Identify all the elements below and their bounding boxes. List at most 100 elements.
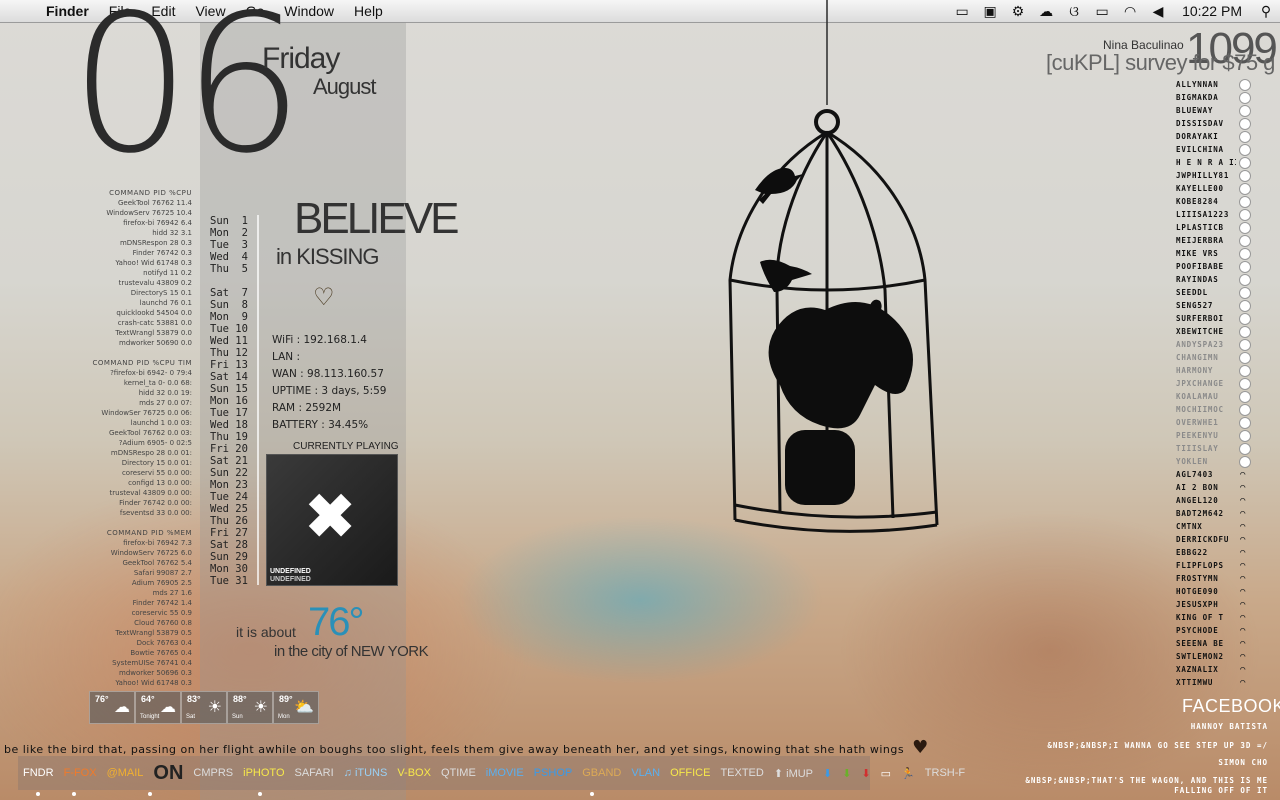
buddy-item[interactable]: XBEWITCHE <box>1176 325 1280 338</box>
buddy-item[interactable]: KOALAMAU <box>1176 390 1280 403</box>
buddy-item[interactable]: MIKE VRS <box>1176 247 1280 260</box>
buddy-item[interactable]: JWPHILLY81 <box>1176 169 1280 182</box>
buddy-item[interactable]: DERRICKDFU ◠ <box>1176 533 1280 546</box>
weather-prefix: it is about <box>236 624 296 640</box>
dock-item-iphoto[interactable]: iPHOTO <box>238 767 289 779</box>
buddy-item[interactable]: KING OF T ◠ <box>1176 611 1280 624</box>
buddy-name: YOKLEN <box>1176 457 1208 466</box>
dock-item-pshop[interactable]: PSHOP <box>529 767 578 779</box>
buddy-item[interactable]: TIIISLAY <box>1176 442 1280 455</box>
dock-item-on[interactable]: ON <box>148 762 188 785</box>
buddy-item[interactable]: FROSTYMN ◠ <box>1176 572 1280 585</box>
process-row: firefox-bi 76942 6.4 <box>123 219 192 227</box>
buddy-item[interactable]: KAYELLE00 <box>1176 182 1280 195</box>
buddy-item[interactable]: OVERWHE1 <box>1176 416 1280 429</box>
dock-item-arrow-down-red-icon[interactable]: ⬇ <box>856 767 875 780</box>
forecast-day: 83° ☀ Sat <box>181 691 227 724</box>
wifi-icon[interactable]: ◠ <box>1116 3 1144 20</box>
dock-item-cmprs[interactable]: CMPRS <box>188 767 238 779</box>
buddy-item[interactable]: EVILCHINA <box>1176 143 1280 156</box>
buddy-item[interactable]: SENG527 <box>1176 299 1280 312</box>
buddy-name: HARMONY <box>1176 366 1214 375</box>
dock-item-f-fox[interactable]: F-FOX <box>59 767 102 779</box>
arrow-down-green-icon: ⬇ <box>842 767 852 780</box>
online-status-icon <box>1239 234 1251 247</box>
dock-item-qtime[interactable]: QTIME <box>436 767 481 779</box>
cloud-icon[interactable]: ☁ <box>1032 3 1060 20</box>
away-status-icon <box>1239 416 1251 429</box>
buddy-item[interactable]: ANGEL120 ◠ <box>1176 494 1280 507</box>
buddy-item[interactable]: HARMONY <box>1176 364 1280 377</box>
volume-icon[interactable]: ◀ <box>1144 3 1172 20</box>
forecast-label: Mon <box>278 714 290 720</box>
buddy-item[interactable]: SWTLEMON2 ◠ <box>1176 650 1280 663</box>
dock-item-safari[interactable]: SAFARI <box>290 767 339 779</box>
buddy-item[interactable]: YOKLEN <box>1176 455 1280 468</box>
lan-info: LAN : <box>272 351 301 363</box>
buddy-item[interactable]: AI 2 BON ◠ <box>1176 481 1280 494</box>
dock-item-screen-icon[interactable]: ▭ <box>876 767 896 780</box>
buddy-item[interactable]: JPXCHANGE <box>1176 377 1280 390</box>
dock-item-v-box[interactable]: V-BOX <box>392 767 436 779</box>
buddy-item[interactable]: DORAYAKI <box>1176 130 1280 143</box>
dock-item-imup[interactable]: ⬆ iMUP <box>769 767 818 780</box>
dock-item-arrow-down-blue-icon[interactable]: ⬇ <box>818 767 837 780</box>
calendar-day: Thu 12 <box>210 347 248 359</box>
buddy-item[interactable]: MEIJERBRA <box>1176 234 1280 247</box>
calendar-day: Sun 15 <box>210 383 248 395</box>
buddy-item[interactable]: CMTNX ◠ <box>1176 520 1280 533</box>
dock-item--mail[interactable]: @MAIL <box>102 767 149 779</box>
buddy-item[interactable]: EBBG22 ◠ <box>1176 546 1280 559</box>
buddy-item[interactable]: BADT2M642 ◠ <box>1176 507 1280 520</box>
buddy-item[interactable]: LPLASTICB <box>1176 221 1280 234</box>
buddy-item[interactable]: ALLYNNAN <box>1176 78 1280 91</box>
buddy-item[interactable]: HOTGE090 ◠ <box>1176 585 1280 598</box>
menu-help[interactable]: Help <box>344 3 393 19</box>
buddy-item[interactable]: JESUSXPH ◠ <box>1176 598 1280 611</box>
buddy-item[interactable]: ANDYSPA23 <box>1176 338 1280 351</box>
dock-item-arrow-down-green-icon[interactable]: ⬇ <box>837 767 856 780</box>
dock-label: iMOVIE <box>485 767 524 779</box>
butterfly-icon[interactable]: ଓ <box>1060 3 1088 20</box>
dock-item-vlan[interactable]: VLAN <box>626 767 665 779</box>
dock-item-office[interactable]: OFFICE <box>665 767 715 779</box>
dock-item-texted[interactable]: TEXTED <box>715 767 768 779</box>
buddy-item[interactable]: XAZNALIX ◠ <box>1176 663 1280 676</box>
screen-icon: ▭ <box>880 767 892 780</box>
forecast-strip: 76° ☁ 64° ☁ Tonight 83° ☀ Sat 88° ☀ Sun 89° ⛅ Mon <box>89 691 319 724</box>
dock-item-aim-icon[interactable]: 🏃 <box>896 767 920 780</box>
spotlight-search-icon[interactable]: ⚲ <box>1252 3 1280 20</box>
buddy-item[interactable]: BLUEWAY <box>1176 104 1280 117</box>
dock-item-trsh-f[interactable]: TRSH-F <box>920 767 970 779</box>
buddy-item[interactable]: PSYCHODE ◠ <box>1176 624 1280 637</box>
calendar-day: Wed 11 <box>210 335 248 347</box>
dock-item-ituns[interactable]: ♫ iTUNS <box>339 767 393 779</box>
buddy-item[interactable]: SURFERBOI <box>1176 312 1280 325</box>
buddy-item[interactable]: AGL7403 ◠ <box>1176 468 1280 481</box>
process-list-cpu: COMMAND PID %CPU GeekTool 76762 11.4 Wind… <box>80 188 192 348</box>
survey-ticker[interactable]: [cuKPL] survey for $75 g <box>1046 50 1280 76</box>
dock-item-imovie[interactable]: iMOVIE <box>481 767 529 779</box>
battery-icon[interactable]: ▭ <box>1088 3 1116 20</box>
buddy-item[interactable]: BIGMAKDA <box>1176 91 1280 104</box>
buddy-item[interactable]: FLIPFLOPS ◠ <box>1176 559 1280 572</box>
menu-clock[interactable]: 10:22 PM <box>1172 3 1252 19</box>
dock-item-fndr[interactable]: FNDR <box>18 767 59 779</box>
buddy-item[interactable]: PEEKENYU <box>1176 429 1280 442</box>
buddy-item[interactable]: XTTIMWU ◠ <box>1176 676 1280 689</box>
terminal-icon[interactable]: ▣ <box>976 3 1004 20</box>
buddy-item[interactable]: POOFIBABE <box>1176 260 1280 273</box>
buddy-item[interactable]: SEEENA BE ◠ <box>1176 637 1280 650</box>
buddy-item[interactable]: RAYINDAS <box>1176 273 1280 286</box>
buddy-item[interactable]: MOCHIIMOC <box>1176 403 1280 416</box>
dock-item-gband[interactable]: GBAND <box>577 767 626 779</box>
buddy-item[interactable]: SEEDDL <box>1176 286 1280 299</box>
buddy-item[interactable]: H E N R A II <box>1176 156 1280 169</box>
buddy-item[interactable]: LIIISA1223 <box>1176 208 1280 221</box>
gear-icon[interactable]: ⚙ <box>1004 3 1032 20</box>
buddy-name: ANDYSPA23 <box>1176 340 1224 349</box>
buddy-item[interactable]: DISSISDAV <box>1176 117 1280 130</box>
buddy-item[interactable]: KOBE8284 <box>1176 195 1280 208</box>
buddy-name: EVILCHINA <box>1176 145 1224 154</box>
buddy-item[interactable]: CHANGIMN <box>1176 351 1280 364</box>
